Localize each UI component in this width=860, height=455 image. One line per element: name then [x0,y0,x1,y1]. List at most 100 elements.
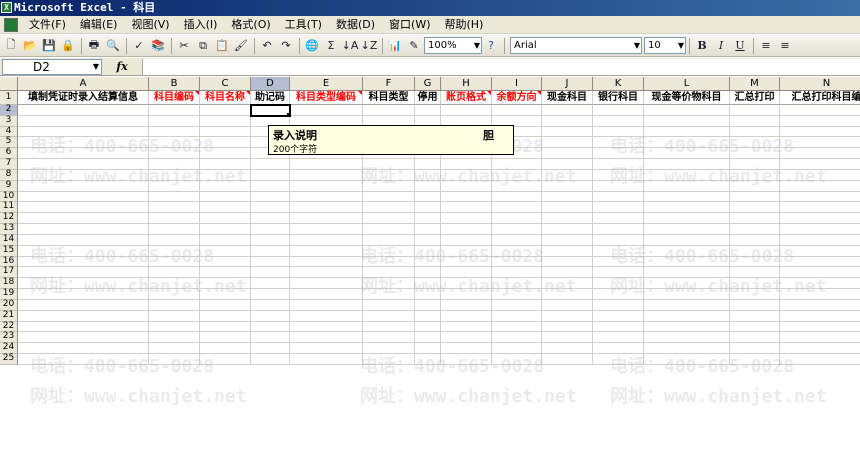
cell-h21[interactable] [441,310,492,322]
name-box[interactable]: D2 ▼ [2,58,102,75]
redo-icon[interactable]: ↷ [277,37,295,55]
cell-g9[interactable] [415,180,441,192]
cell-k4[interactable] [593,126,644,138]
cell-f9[interactable] [363,180,415,192]
cell-f11[interactable] [363,202,415,214]
cell-g19[interactable] [415,289,441,300]
undo-icon[interactable]: ↶ [258,37,276,55]
cell-k9[interactable] [593,180,644,192]
cell-g23[interactable] [415,332,441,344]
column-header-f[interactable]: F [363,77,415,91]
cell-m17[interactable] [730,267,780,279]
cell-m13[interactable] [730,224,780,235]
cell-d17[interactable] [251,267,290,279]
cell-l18[interactable] [644,278,730,290]
cell-l5[interactable] [644,137,730,149]
cell-f10[interactable] [363,191,415,203]
header-cell-f[interactable]: 科目类型 [363,91,415,105]
cell-l25[interactable] [644,354,730,365]
cell-b19[interactable] [149,289,200,300]
row-header-1[interactable]: 1 [0,91,18,105]
cell-e22[interactable] [290,321,363,333]
cell-e23[interactable] [290,332,363,344]
cell-j19[interactable] [542,289,593,300]
header-cell-h[interactable]: 账页格式 [441,91,492,105]
cell-m14[interactable] [730,234,780,246]
cell-e19[interactable] [290,289,363,300]
cell-a4[interactable] [18,126,149,138]
cell-j15[interactable] [542,245,593,257]
cell-a3[interactable] [18,115,149,127]
cell-l4[interactable] [644,126,730,138]
cell-b22[interactable] [149,321,200,333]
cell-n8[interactable] [780,170,860,181]
cell-e18[interactable] [290,278,363,290]
cell-d8[interactable] [251,169,290,181]
cell-n4[interactable] [780,127,860,138]
workbook-icon[interactable] [4,17,18,32]
cell-m21[interactable] [730,310,780,322]
zoom-select[interactable]: 100% ▼ [424,37,482,54]
header-cell-m[interactable]: 汇总打印 [730,91,780,105]
cell-i18[interactable] [492,278,542,290]
cell-n12[interactable] [780,213,860,225]
cell-f7[interactable] [363,159,415,170]
cell-h10[interactable] [441,191,492,203]
sort-descending-icon[interactable]: ↓Z [360,37,378,55]
cell-g15[interactable] [415,245,441,257]
cell-h13[interactable] [441,224,492,235]
column-header-i[interactable]: I [492,77,542,91]
cell-n11[interactable] [780,202,860,214]
cell-g21[interactable] [415,310,441,322]
cell-l11[interactable] [644,202,730,214]
cell-d18[interactable] [251,278,290,290]
cell-a11[interactable] [18,202,149,214]
align-left-icon[interactable]: ≡ [757,37,775,55]
cell-n5[interactable] [780,137,860,149]
help-icon[interactable]: ? [482,37,500,55]
cell-a15[interactable] [18,245,149,257]
cell-m5[interactable] [730,137,780,149]
cell-m6[interactable] [730,148,780,160]
row-header-21[interactable]: 21 [0,310,18,322]
research-icon[interactable]: 📚 [149,37,167,55]
cell-g22[interactable] [415,321,441,333]
column-header-j[interactable]: J [542,77,593,91]
format-painter-icon[interactable]: 🖌 [232,37,250,55]
cell-j3[interactable] [542,115,593,127]
cell-l12[interactable] [644,213,730,225]
cell-a10[interactable] [18,191,149,203]
cell-i13[interactable] [492,224,542,235]
row-header-25[interactable]: 25 [0,353,18,365]
cell-b6[interactable] [149,148,200,160]
cell-n6[interactable] [780,148,860,160]
save-icon[interactable]: 💾 [40,37,58,55]
drawing-icon[interactable]: ✎ [405,37,423,55]
cell-b21[interactable] [149,310,200,322]
cell-i24[interactable] [492,343,542,355]
cell-a21[interactable] [18,310,149,322]
cell-m18[interactable] [730,278,780,290]
cell-h15[interactable] [441,245,492,257]
cell-d23[interactable] [251,332,290,344]
cell-m8[interactable] [730,169,780,181]
cell-i15[interactable] [492,245,542,257]
cell-h2[interactable] [441,105,492,116]
bold-button[interactable]: B [693,37,711,55]
autosum-icon[interactable]: Σ [322,37,340,55]
insert-function-icon[interactable]: fx [102,60,142,73]
cell-b24[interactable] [149,343,200,355]
cell-l19[interactable] [644,289,730,300]
cell-m20[interactable] [730,299,780,311]
cell-k24[interactable] [593,343,644,355]
cell-i2[interactable] [492,105,542,116]
menu-file[interactable]: 文件(F) [22,16,73,34]
cell-c12[interactable] [200,213,251,225]
cell-i9[interactable] [492,180,542,192]
cell-h14[interactable] [441,234,492,246]
header-cell-i[interactable]: 余额方向 [492,91,542,105]
cell-a22[interactable] [18,321,149,333]
cell-b14[interactable] [149,234,200,246]
cell-h9[interactable] [441,180,492,192]
cell-e12[interactable] [290,213,363,225]
